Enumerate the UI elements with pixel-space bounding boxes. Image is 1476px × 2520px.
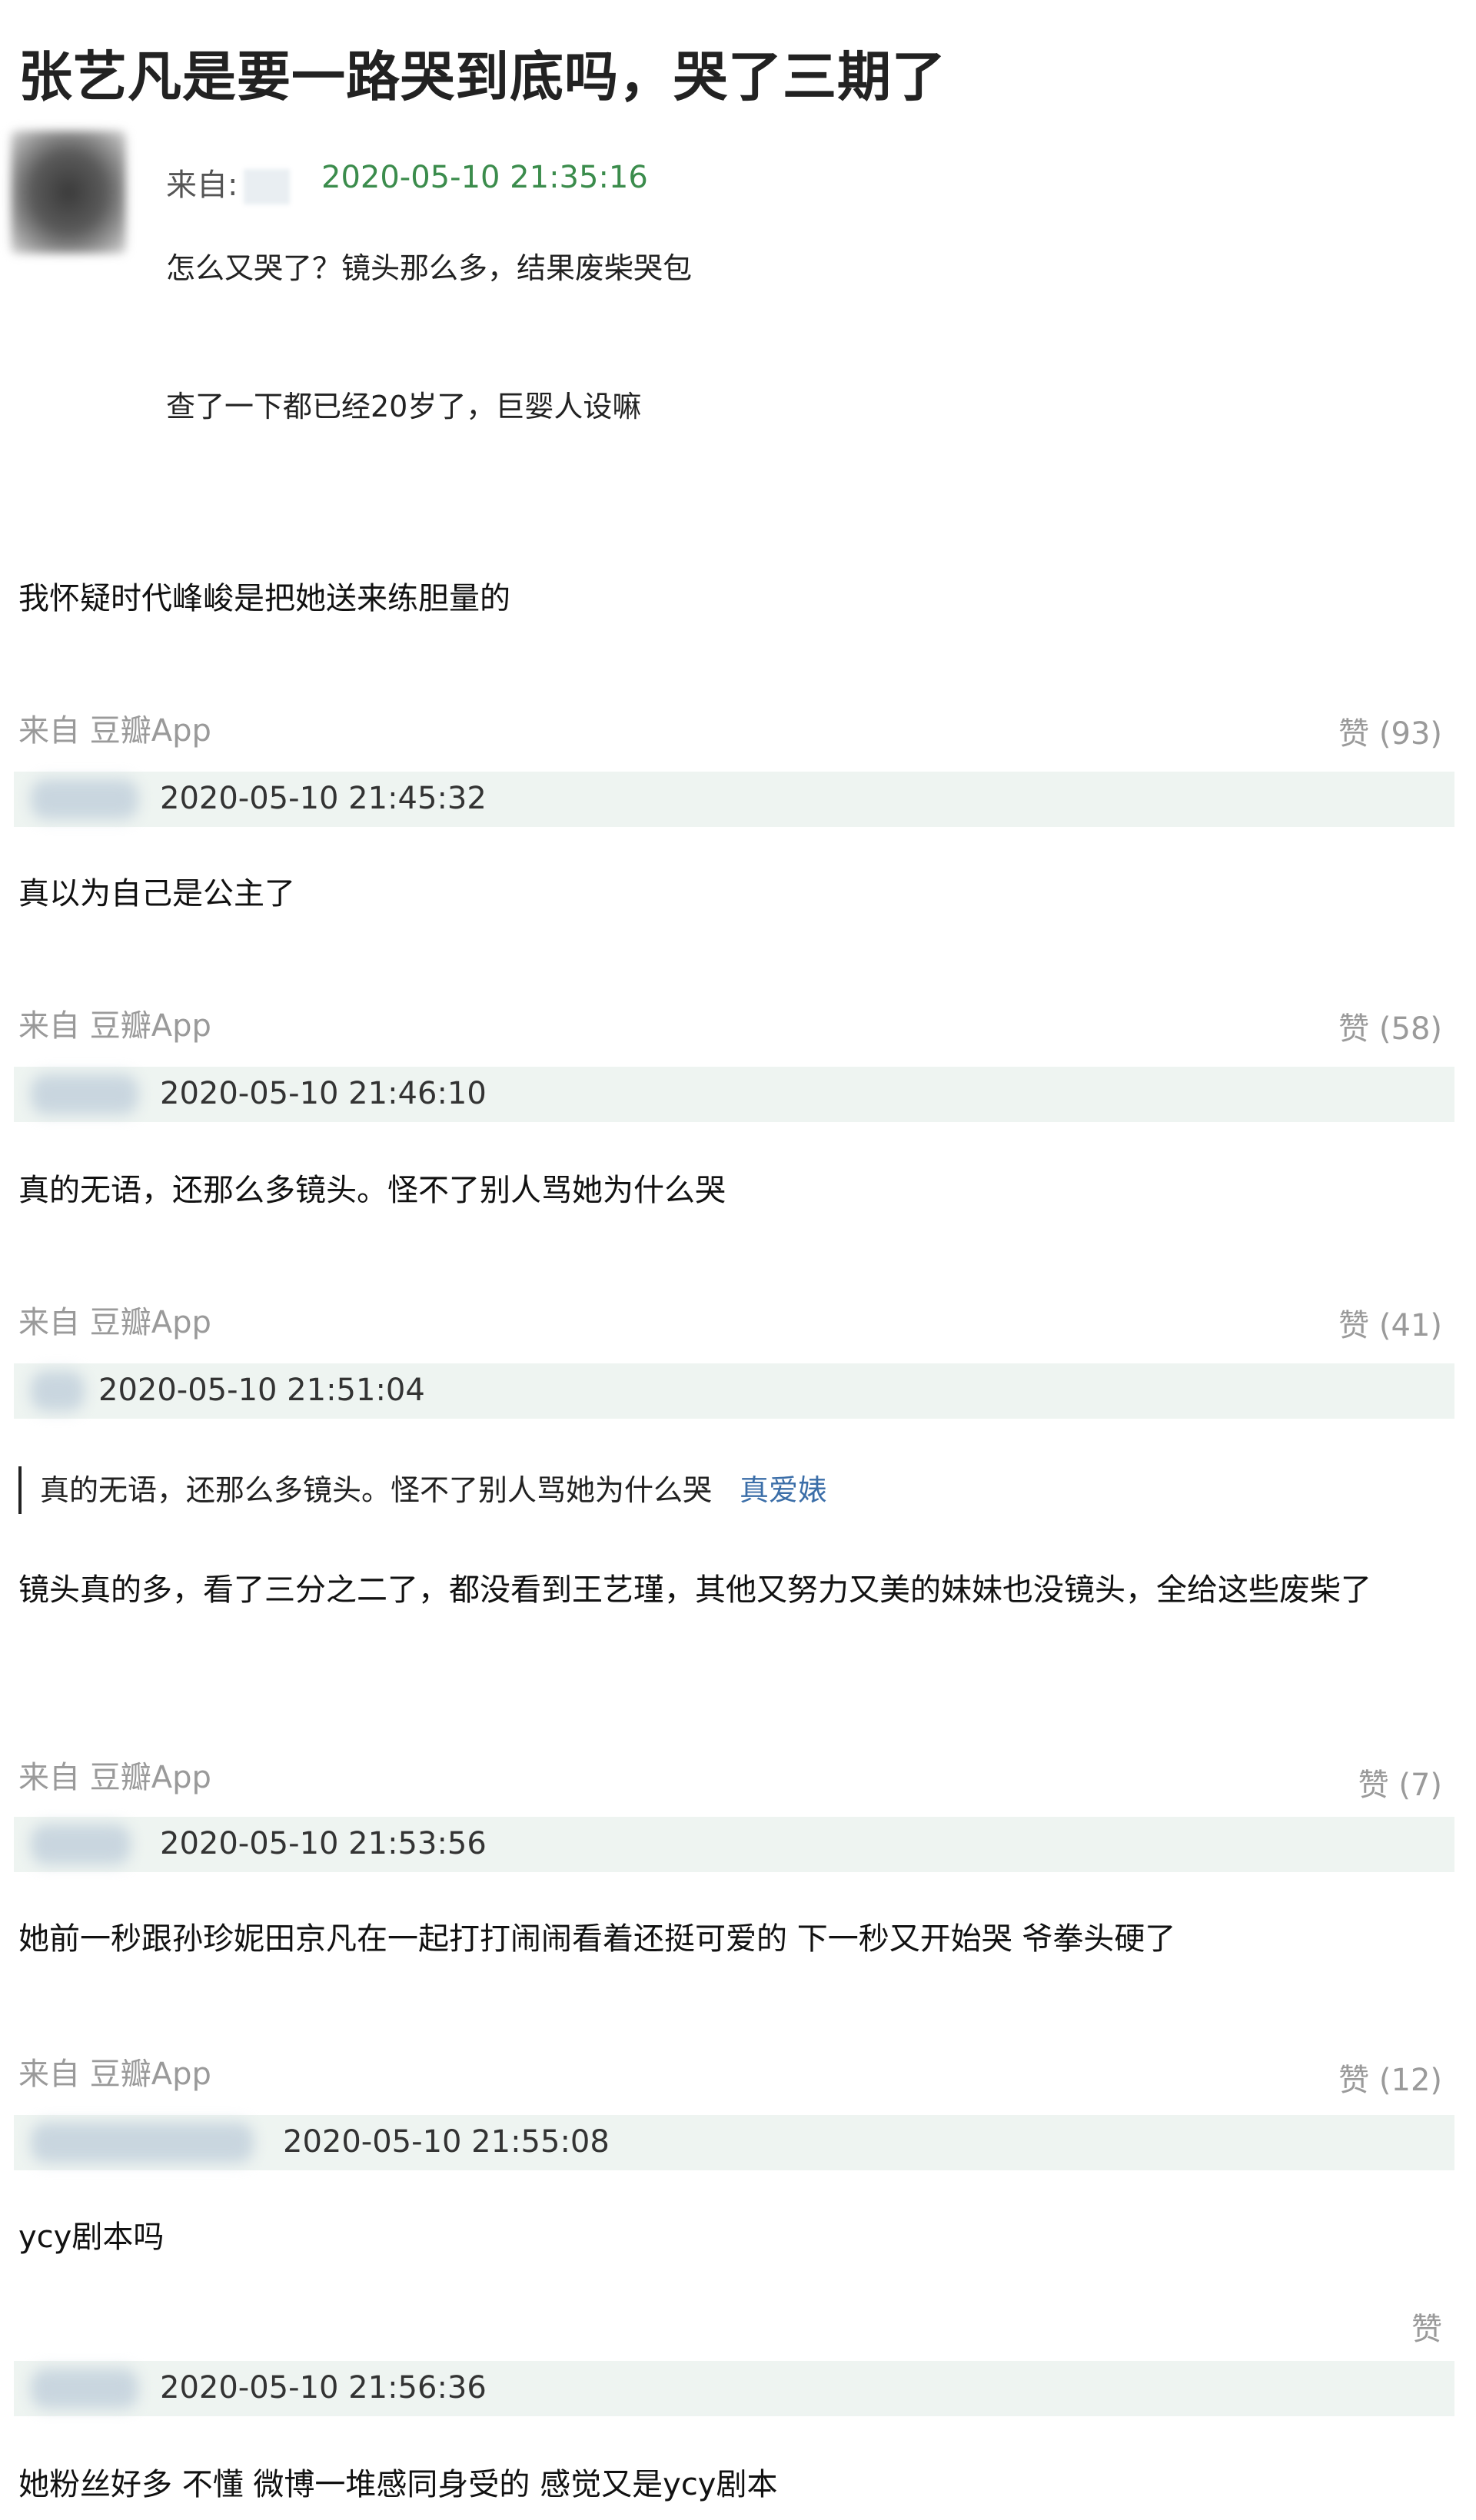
comment-text: 镜头真的多，看了三分之二了，都没看到王艺瑾，其他又努力又美的妹妹也没镜头，全给这… xyxy=(18,1572,1371,1608)
comment-header-bar: 2020-05-10 21:45:32 xyxy=(14,772,1454,827)
quoted-author-link[interactable]: 真爱婊 xyxy=(740,1473,827,1507)
comment-text: 我怀疑时代峰峻是把她送来练胆量的 xyxy=(18,581,510,616)
comment-time: 2020-05-10 21:51:04 xyxy=(98,1373,425,1408)
from-label: 来自: xyxy=(166,168,238,203)
comment-header-bar: 2020-05-10 21:53:56 xyxy=(14,1817,1454,1872)
like-button[interactable]: 赞 (41) xyxy=(1338,1300,1442,1345)
author-name-blurred[interactable] xyxy=(244,169,291,204)
like-button[interactable]: 赞 (93) xyxy=(1338,709,1442,753)
commenter-name-blurred[interactable] xyxy=(31,779,138,819)
comment-header-bar: 2020-05-10 21:51:04 xyxy=(14,1363,1454,1419)
comment-text: 真的无语，还那么多镜头。怪不了别人骂她为什么哭 xyxy=(18,1173,726,1208)
post-title: 张艺凡是要一路哭到底吗，哭了三期了 xyxy=(18,45,946,108)
comment-time: 2020-05-10 21:55:08 xyxy=(283,2124,610,2160)
quoted-text: 真的无语，还那么多镜头。怪不了别人骂她为什么哭 xyxy=(40,1473,713,1507)
comment-source: 来自 豆瓣App xyxy=(18,1305,211,1340)
comment-time: 2020-05-10 21:46:10 xyxy=(160,1076,487,1111)
comment-time: 2020-05-10 21:56:36 xyxy=(160,2370,487,2405)
comment-header-bar: 2020-05-10 21:56:36 xyxy=(14,2361,1454,2416)
post-body-line: 怎么又哭了？镜头那么多，结果废柴哭包 xyxy=(166,251,693,285)
comment-text: 真以为自己是公主了 xyxy=(18,876,295,911)
comment-time: 2020-05-10 21:45:32 xyxy=(160,781,487,816)
like-button[interactable]: 赞 xyxy=(1411,2304,1442,2349)
commenter-name-blurred[interactable] xyxy=(31,1824,131,1864)
like-button[interactable]: 赞 (7) xyxy=(1358,1760,1442,1805)
like-button[interactable]: 赞 (12) xyxy=(1338,2055,1442,2100)
post-author-label: 来自: xyxy=(166,160,291,204)
commenter-name-blurred[interactable] xyxy=(31,1074,138,1114)
comment-source: 来自 豆瓣App xyxy=(18,1760,211,1795)
comment-source: 来自 豆瓣App xyxy=(18,713,211,749)
post-timestamp: 2020-05-10 21:35:16 xyxy=(321,160,648,195)
commenter-name-blurred[interactable] xyxy=(31,1371,85,1411)
comment-text: 她前一秒跟孙珍妮田京凡在一起打打闹闹看着还挺可爱的 下一秒又开始哭 爷拳头硬了 xyxy=(18,1921,1176,1957)
comment-header-bar: 2020-05-10 21:46:10 xyxy=(14,1067,1454,1122)
quoted-reply: 真的无语，还那么多镜头。怪不了别人骂她为什么哭 真爱婊 xyxy=(18,1466,827,1514)
comment-text: ycy剧本吗 xyxy=(18,2220,165,2255)
commenter-name-blurred[interactable] xyxy=(31,2123,254,2163)
avatar[interactable] xyxy=(11,131,126,254)
post-body-line: 查了一下都已经20岁了，巨婴人设嘛 xyxy=(166,390,642,423)
comment-text: 她粉丝好多 不懂 微博一堆感同身受的 感觉又是ycy剧本 xyxy=(18,2467,778,2502)
like-button[interactable]: 赞 (58) xyxy=(1338,1004,1442,1048)
commenter-name-blurred[interactable] xyxy=(31,2369,138,2409)
comment-time: 2020-05-10 21:53:56 xyxy=(160,1826,487,1861)
comment-header-bar: 2020-05-10 21:55:08 xyxy=(14,2115,1454,2170)
comment-source: 来自 豆瓣App xyxy=(18,2057,211,2092)
comment-source: 来自 豆瓣App xyxy=(18,1008,211,1044)
